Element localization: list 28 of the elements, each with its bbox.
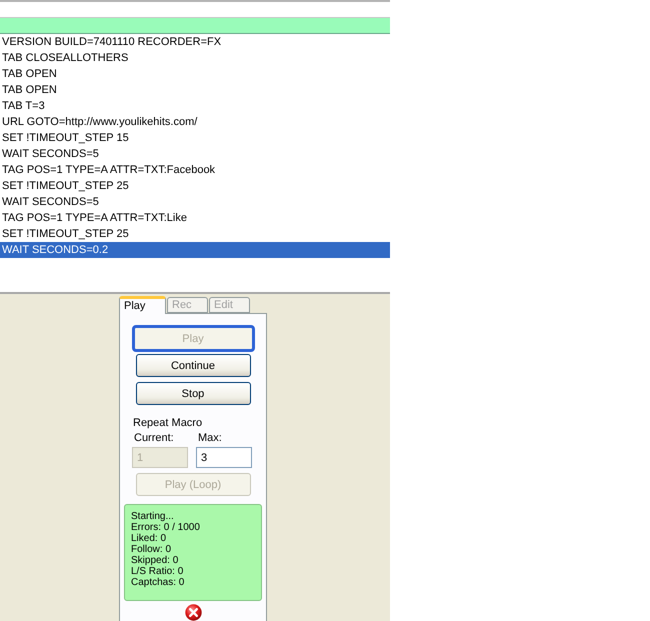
macro-line[interactable]: TAB T=3 [0, 98, 390, 114]
macro-line[interactable]: TAG POS=1 TYPE=A ATTR=TXT:Like [0, 210, 390, 226]
macro-line[interactable]: TAB CLOSEALLOTHERS [0, 50, 390, 66]
status-line: Starting... [131, 511, 174, 522]
macro-line[interactable]: URL GOTO=http://www.youlikehits.com/ [0, 114, 390, 130]
status-line: Skipped: 0 [131, 555, 178, 566]
macro-line[interactable]: TAB OPEN [0, 82, 390, 98]
macro-line[interactable]: TAG POS=1 TYPE=A ATTR=TXT:Facebook [0, 162, 390, 178]
status-line: Follow: 0 [131, 544, 172, 555]
continue-button[interactable]: Continue [136, 354, 250, 377]
macro-line[interactable]: TAB OPEN [0, 66, 390, 82]
macro-line[interactable]: SET !TIMEOUT_STEP 25 [0, 226, 390, 242]
macro-line[interactable]: SET !TIMEOUT_STEP 15 [0, 130, 390, 146]
status-line: Errors: 0 / 1000 [131, 522, 200, 533]
macro-line[interactable]: VERSION BUILD=7401110 RECORDER=FX [0, 34, 390, 50]
tab[interactable]: Play [119, 296, 166, 314]
macro-line[interactable]: WAIT SECONDS=5 [0, 194, 390, 210]
section-title: Repeat Macro [133, 416, 202, 431]
input-field[interactable]: 3 [196, 447, 252, 468]
status-line: Captchas: 0 [131, 577, 184, 588]
field-label: Current: [133, 431, 174, 445]
status-line: Liked: 0 [131, 533, 166, 544]
stop-button[interactable]: Stop [136, 382, 250, 405]
status-line: L/S Ratio: 0 [131, 566, 184, 577]
macro-line[interactable]: WAIT SECONDS=5 [0, 146, 390, 162]
close-icon[interactable] [184, 604, 202, 621]
field-label: Max: [197, 431, 222, 445]
macro-line[interactable]: SET !TIMEOUT_STEP 25 [0, 178, 390, 194]
